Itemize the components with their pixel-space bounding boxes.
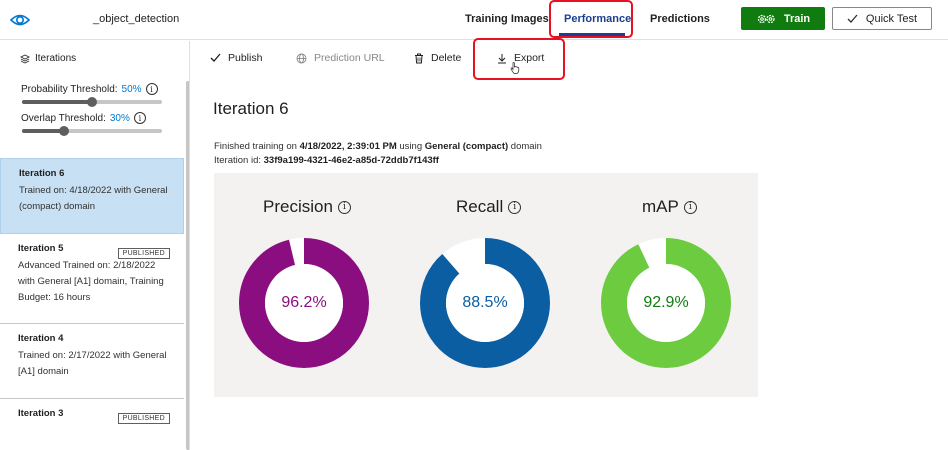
precision-label: Precision xyxy=(263,197,333,216)
sidebar-scrollbar[interactable] xyxy=(186,81,189,450)
prediction-url-label: Prediction URL xyxy=(314,52,385,64)
overlap-threshold-label: Overlap Threshold: 30% i xyxy=(21,112,146,124)
project-name: _object_detection xyxy=(93,13,180,25)
map-title: mAP i xyxy=(642,197,697,217)
iteration-id: 33f9a199-4321-46e2-a85d-72ddb7f143ff xyxy=(263,155,439,166)
recall-label: Recall xyxy=(456,197,504,216)
recall-value: 88.5% xyxy=(462,294,508,311)
training-domain: General (compact) xyxy=(424,141,509,152)
iteration-description: Advanced Trained on: 2/18/2022 with Gene… xyxy=(18,260,164,303)
training-finished-info: Finished training on 4/18/2022, 2:39:01 … xyxy=(214,141,542,152)
info-icon[interactable]: i xyxy=(133,112,146,124)
export-button[interactable]: Export xyxy=(497,52,544,64)
active-tab-indicator xyxy=(559,33,625,36)
delete-button[interactable]: Delete xyxy=(414,52,461,64)
published-badge: PUBLISHED xyxy=(117,248,170,259)
eye-icon[interactable] xyxy=(10,10,30,30)
info-icon[interactable]: i xyxy=(145,83,158,95)
metrics-panel: Precision i Recall i mAP i 96.2% 88.5% 9… xyxy=(214,173,758,397)
slider-fill xyxy=(22,100,92,104)
finished-date: 4/18/2022, 2:39:01 PM xyxy=(299,141,397,152)
iterations-heading-label: Iterations xyxy=(35,53,77,64)
info-icon[interactable]: i xyxy=(337,200,351,214)
slider-thumb[interactable] xyxy=(87,97,97,107)
iteration-description: Trained on: 4/18/2022 with General (comp… xyxy=(19,185,168,212)
top-bar: _object_detection Training Images Perfor… xyxy=(0,0,948,40)
iteration-title: Iteration 6 xyxy=(19,168,65,179)
iterations-heading: Iterations xyxy=(20,53,76,64)
overlap-threshold-value: 30% xyxy=(109,112,130,124)
map-label: mAP xyxy=(642,197,679,216)
gears-icon xyxy=(757,14,775,23)
overlap-threshold-text: Overlap Threshold: xyxy=(21,112,106,124)
overlap-threshold-slider[interactable] xyxy=(22,126,162,136)
prediction-url-button[interactable]: Prediction URL xyxy=(296,52,385,64)
iteration-item-6[interactable]: Iteration 6 Trained on: 4/18/2022 with G… xyxy=(0,158,184,234)
publish-button[interactable]: Publish xyxy=(210,52,262,64)
iteration-description: Trained on: 2/17/2022 with General [A1] … xyxy=(18,350,167,377)
publish-label: Publish xyxy=(228,52,263,64)
iteration-id-label: Iteration id: xyxy=(214,155,264,166)
iteration-item-4[interactable]: Iteration 4 Trained on: 2/17/2022 with G… xyxy=(0,324,184,399)
download-icon xyxy=(498,53,506,63)
train-label: Train xyxy=(783,12,811,25)
checkmark-icon xyxy=(210,53,221,62)
using-text: using xyxy=(396,141,425,152)
delete-label: Delete xyxy=(431,52,462,64)
tab-predictions[interactable]: Predictions xyxy=(650,13,710,25)
info-icon[interactable]: i xyxy=(683,200,697,214)
tab-training-images[interactable]: Training Images xyxy=(465,13,549,25)
domain-suffix: domain xyxy=(508,141,542,152)
finished-prefix: Finished training on xyxy=(214,141,300,152)
tab-performance[interactable]: Performance xyxy=(564,13,631,25)
slider-thumb[interactable] xyxy=(59,126,69,136)
map-value: 92.9% xyxy=(643,294,689,311)
probability-threshold-text: Probability Threshold: xyxy=(21,83,118,95)
iteration-title: Iteration 4 xyxy=(18,333,64,344)
recall-title: Recall i xyxy=(456,197,522,217)
iterations-sidebar: Iterations Probability Threshold: 50% i … xyxy=(0,41,190,450)
probability-threshold-value: 50% xyxy=(121,83,142,95)
quick-test-button[interactable]: Quick Test xyxy=(832,7,932,30)
probability-threshold-slider[interactable] xyxy=(22,97,162,107)
precision-value: 96.2% xyxy=(281,294,327,311)
slider-fill xyxy=(22,129,64,133)
train-button[interactable]: Train xyxy=(741,7,825,30)
precision-title: Precision i xyxy=(263,197,351,217)
iteration-id-info: Iteration id: 33f9a199-4321-46e2-a85d-72… xyxy=(214,155,439,166)
published-badge: PUBLISHED xyxy=(117,413,170,424)
info-icon[interactable]: i xyxy=(508,200,522,214)
trash-icon xyxy=(415,53,423,63)
iteration-item-5[interactable]: Iteration 5 PUBLISHED Advanced Trained o… xyxy=(0,234,184,324)
quick-test-label: Quick Test xyxy=(865,12,918,25)
globe-icon xyxy=(296,53,307,63)
probability-threshold-label: Probability Threshold: 50% i xyxy=(21,83,158,95)
stack-icon xyxy=(20,53,30,64)
checkmark-icon xyxy=(847,14,858,23)
iteration-item-3[interactable]: Iteration 3 PUBLISHED xyxy=(0,399,184,450)
iteration-heading: Iteration 6 xyxy=(213,99,289,118)
hand-pointer-icon xyxy=(510,62,520,74)
